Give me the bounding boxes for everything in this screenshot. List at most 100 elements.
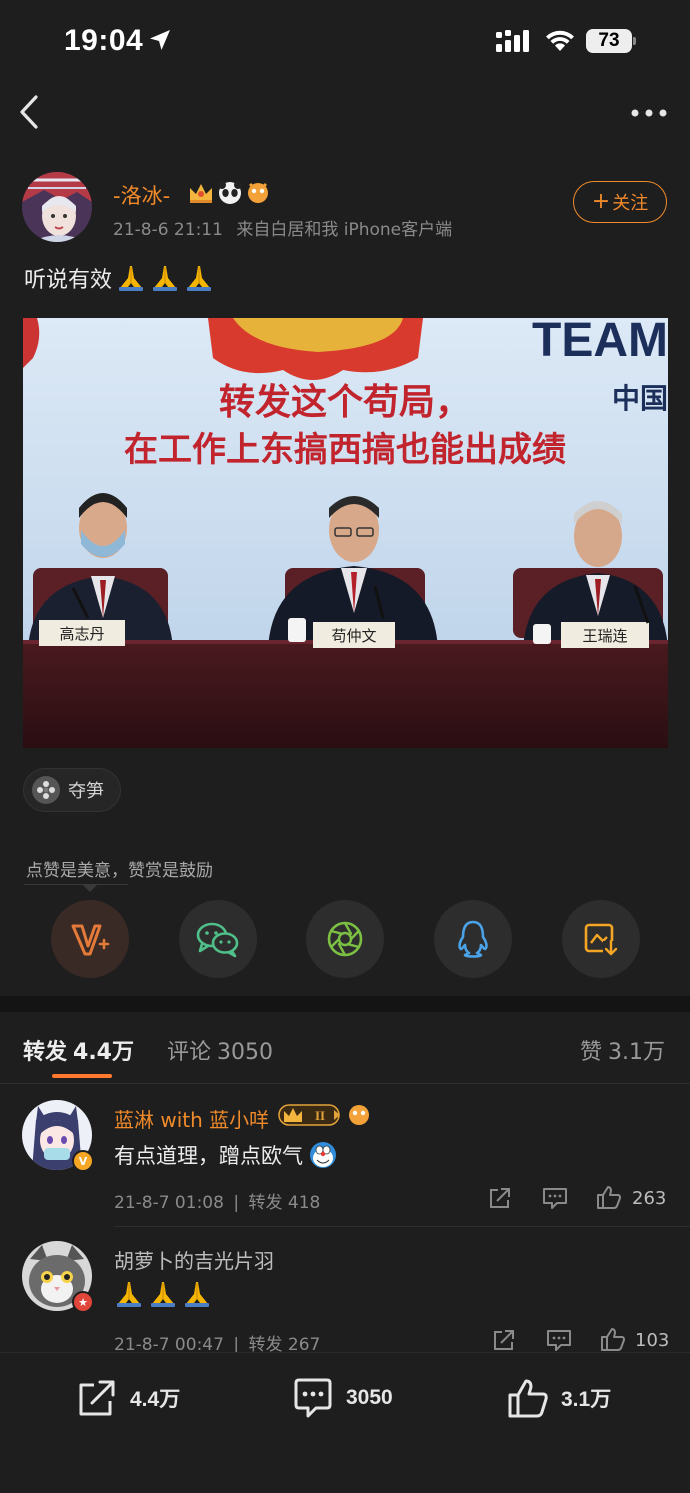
commenter-name-text: 胡萝卜的吉光片羽: [114, 1249, 274, 1273]
like-count: 3.1万: [561, 1388, 612, 1411]
battery-indicator: 73: [586, 29, 636, 53]
topic-chip[interactable]: 夺笋: [23, 768, 121, 812]
reward-v-icon: [71, 924, 110, 956]
commenter-avatar[interactable]: ★: [22, 1241, 94, 1313]
tab-likes-count: 3.1万: [608, 1040, 666, 1065]
comment-bubble-icon: [294, 1378, 332, 1418]
reward-button[interactable]: [51, 900, 129, 978]
reward-tip: 点赞是美意，赞赏是鼓励: [26, 861, 213, 881]
nameplate-left: 高志丹: [59, 625, 104, 643]
comment-icon[interactable]: [546, 1328, 572, 1352]
wechat-share-button[interactable]: [179, 900, 257, 978]
topic-icon: [32, 776, 60, 804]
status-time: 19:04: [64, 24, 144, 57]
save-image-button[interactable]: [562, 900, 640, 978]
aperture-icon: [327, 921, 363, 957]
like-button[interactable]: 3.1万: [507, 1375, 611, 1421]
prayer-hands-icon: [151, 1282, 175, 1307]
share-icon[interactable]: [492, 1328, 516, 1352]
comment-like-count: 263: [632, 1188, 667, 1209]
location-arrow-icon: [150, 30, 170, 50]
qq-penguin-icon: [458, 920, 488, 958]
prayer-emoji-group: [116, 263, 214, 293]
member-level-badge-icon: II: [278, 1104, 369, 1126]
doraemon-emoji-icon: [310, 1142, 336, 1168]
comment-like-count: 103: [635, 1330, 670, 1351]
member-level-text: II: [315, 1108, 325, 1123]
comment-text: [114, 1279, 212, 1309]
image-download-icon: [584, 923, 619, 957]
comment-meta: 21-8-7 01:08 | 转发 418: [114, 1193, 321, 1213]
author-name[interactable]: -洛冰-: [113, 180, 170, 210]
prayer-hands-icon: [153, 266, 178, 291]
tip-pointer: [82, 884, 98, 892]
wechat-icon: [196, 922, 239, 958]
repost-icon: [79, 1380, 115, 1416]
nameplate-right: 王瑞连: [582, 627, 627, 645]
wifi-icon: [546, 30, 574, 51]
verified-badge-icon: ★: [72, 1291, 94, 1313]
section-separator: [0, 996, 690, 1012]
thumbs-up-icon[interactable]: [596, 1184, 622, 1210]
engagement-tabs: 转发 4.4万 评论 3050 赞 3.1万: [0, 1012, 690, 1084]
prayer-hands-icon: [119, 266, 144, 291]
cellular-signal-icon: [496, 30, 529, 52]
tab-reposts-count: 4.4万: [73, 1040, 134, 1065]
back-icon[interactable]: [16, 94, 44, 130]
status-bar: 19:04 73: [0, 0, 690, 80]
comment-count: 3050: [346, 1386, 393, 1409]
top-nav: [0, 80, 690, 146]
post-image[interactable]: TEAM 中国 转发这个苟局， 在工作上东搞西搞也能出成绩 高志丹 苟仲文 王瑞…: [23, 318, 668, 748]
moments-share-button[interactable]: [306, 900, 384, 978]
commenter-name[interactable]: 蓝淋 with 蓝小咩: [114, 1104, 269, 1133]
post-body: 听说有效: [24, 268, 113, 293]
tab-reposts-label: 转发: [23, 1040, 68, 1065]
tab-indicator: [52, 1074, 112, 1078]
nameplate-center: 苟仲文: [331, 627, 376, 645]
post-text: 听说有效: [24, 262, 214, 294]
post-timestamp: 21-8-6 21:11: [113, 220, 223, 240]
author-avatar[interactable]: [22, 172, 92, 242]
tab-reposts[interactable]: 转发 4.4万: [23, 1034, 134, 1066]
repost-count: 4.4万: [130, 1388, 181, 1411]
prayer-hands-icon: [117, 1282, 141, 1307]
thumbs-up-icon: [508, 1379, 548, 1418]
battery-level: 73: [586, 29, 632, 53]
follow-label: 关注: [612, 193, 649, 214]
share-row: [0, 900, 690, 978]
list-item: ★ 胡萝卜的吉光片羽 21-8-7 00:47 | 转发 267 103: [0, 1227, 690, 1355]
verified-badge-icon: V: [72, 1150, 94, 1172]
comment-button[interactable]: 3050: [292, 1375, 393, 1421]
image-logo-subtext: 中国: [612, 382, 668, 415]
more-options-icon[interactable]: [630, 108, 668, 118]
bottom-action-bar: 4.4万 3050 3.1万: [0, 1352, 690, 1493]
repost-button[interactable]: 4.4万: [76, 1375, 180, 1421]
tab-comments[interactable]: 评论 3050: [167, 1034, 273, 1066]
commenter-avatar[interactable]: V: [22, 1100, 94, 1172]
tab-likes[interactable]: 赞 3.1万: [580, 1034, 665, 1066]
qq-share-button[interactable]: [434, 900, 512, 978]
topic-label: 夺笋: [68, 781, 104, 802]
post-meta: 21-8-6 21:11 来自白居和我 iPhone客户端: [113, 215, 452, 240]
prayer-hands-icon: [185, 1282, 209, 1307]
thumbs-up-icon[interactable]: [600, 1326, 626, 1352]
tab-comments-label: 评论: [167, 1040, 212, 1065]
list-item: V 蓝淋 with 蓝小咩 II 有点道理，蹭点欧气 21-8-7 01:08 …: [0, 1084, 690, 1226]
prayer-hands-icon: [187, 266, 212, 291]
comment-repost-count: 转发 418: [248, 1193, 321, 1213]
comment-icon[interactable]: [542, 1186, 568, 1210]
tip-divider: [24, 884, 128, 885]
comment-time: 21-8-7 01:08: [114, 1193, 224, 1213]
post-source[interactable]: 来自白居和我 iPhone客户端: [236, 220, 452, 240]
image-banner-line2: 在工作上东搞西搞也能出成绩: [124, 430, 566, 470]
author-badges: [188, 178, 272, 210]
tab-comments-count: 3050: [217, 1040, 274, 1065]
comment-text: 有点道理，蹭点欧气: [114, 1140, 337, 1170]
commenter-name-text: 蓝淋 with 蓝小咩: [114, 1108, 270, 1132]
comment-text-body: 有点道理，蹭点欧气: [114, 1144, 303, 1168]
tab-likes-label: 赞: [580, 1040, 603, 1065]
commenter-name[interactable]: 胡萝卜的吉光片羽: [114, 1245, 274, 1274]
follow-button[interactable]: + 关注: [573, 181, 667, 223]
crown-badge-icon: [190, 181, 268, 204]
share-icon[interactable]: [488, 1186, 512, 1210]
